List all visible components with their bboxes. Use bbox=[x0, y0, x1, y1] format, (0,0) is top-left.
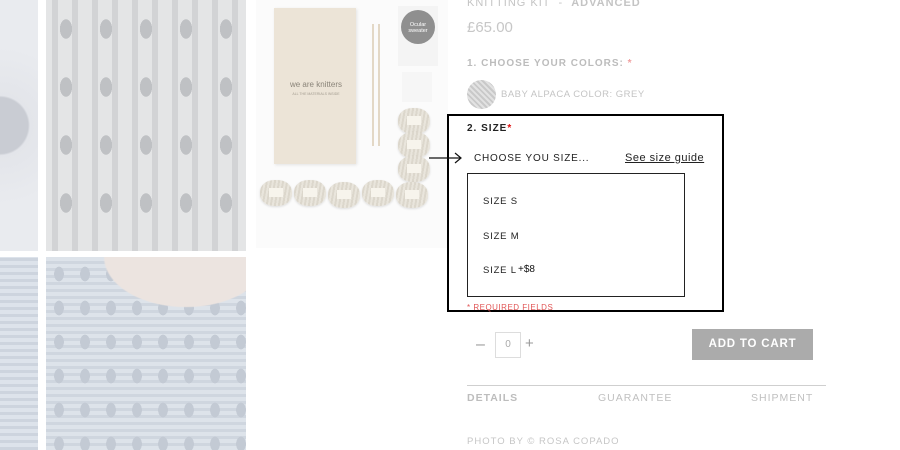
tabs-divider bbox=[467, 385, 826, 386]
kit-separator: - bbox=[558, 0, 564, 9]
quantity-increase-button[interactable]: + bbox=[525, 335, 534, 352]
choose-colors-title: 1. CHOOSE YOUR COLORS: * bbox=[467, 58, 633, 69]
product-price: £65.00 bbox=[467, 19, 513, 36]
size-guide-link[interactable]: See size guide bbox=[625, 152, 704, 164]
required-fields-note: * REQUIRED FIELDS bbox=[467, 303, 554, 312]
model-photo-shoulder[interactable] bbox=[0, 0, 38, 251]
size-dropdown: SIZE S SIZE M SIZE L +$8 bbox=[467, 173, 685, 297]
size-option-m[interactable]: SIZE M bbox=[483, 231, 519, 242]
selected-color-label: BABY ALPACA COLOR: GREY bbox=[501, 89, 645, 100]
yarn-ball bbox=[294, 180, 326, 206]
tab-details[interactable]: DETAILS bbox=[467, 392, 518, 404]
yarn-ball bbox=[396, 182, 428, 208]
size-select-trigger[interactable]: CHOOSE YOU SIZE... bbox=[474, 153, 589, 164]
product-kit-label: KNITTING KIT - ADVANCED bbox=[467, 0, 641, 9]
model-photo-sleeve[interactable] bbox=[0, 257, 38, 450]
add-to-cart-button[interactable]: ADD TO CART bbox=[692, 329, 813, 360]
size-option-l[interactable]: SIZE L bbox=[483, 265, 517, 276]
pattern-card: Ocular sweater bbox=[398, 6, 438, 66]
required-mark: * bbox=[627, 58, 633, 69]
sweater-neckline-photo[interactable] bbox=[46, 257, 246, 450]
quantity-decrease-button[interactable]: – bbox=[476, 336, 485, 354]
instruction-sheet bbox=[402, 72, 432, 102]
kit-box: we are knitters ALL THE MATERIALS INSIDE bbox=[274, 8, 356, 164]
knitting-kit-image[interactable]: we are knitters ALL THE MATERIALS INSIDE… bbox=[256, 0, 448, 248]
kit-type: KNITTING KIT bbox=[467, 0, 551, 9]
kit-level: ADVANCED bbox=[571, 0, 641, 9]
required-mark: * bbox=[507, 123, 513, 134]
knitting-needle bbox=[378, 24, 380, 146]
size-option-l-surcharge: +$8 bbox=[518, 264, 535, 275]
yarn-ball bbox=[398, 156, 430, 182]
pattern-badge: Ocular sweater bbox=[401, 10, 435, 44]
yarn-ball bbox=[328, 182, 360, 208]
yarn-ball bbox=[362, 180, 394, 206]
photo-credit: PHOTO BY © ROSA COPADO bbox=[467, 436, 620, 447]
cable-knit-texture-photo[interactable] bbox=[46, 0, 246, 251]
kit-box-subtitle: ALL THE MATERIALS INSIDE bbox=[292, 92, 340, 96]
size-title: 2. SIZE* bbox=[467, 123, 512, 134]
knitting-needle bbox=[372, 24, 374, 146]
size-title-label: 2. SIZE bbox=[467, 123, 508, 134]
choose-colors-label: 1. CHOOSE YOUR COLORS: bbox=[467, 58, 624, 69]
tab-shipment[interactable]: SHIPMENT bbox=[751, 392, 813, 404]
size-option-s[interactable]: SIZE S bbox=[483, 196, 518, 207]
yarn-ball bbox=[398, 132, 430, 158]
quantity-input[interactable]: 0 bbox=[495, 332, 521, 358]
arrow-right-icon bbox=[429, 152, 462, 164]
yarn-ball bbox=[260, 180, 292, 206]
kit-box-brand: we are knitters bbox=[289, 80, 343, 89]
yarn-ball bbox=[398, 108, 430, 134]
tab-guarantee[interactable]: GUARANTEE bbox=[598, 392, 672, 404]
color-swatch-grey[interactable] bbox=[467, 80, 496, 109]
